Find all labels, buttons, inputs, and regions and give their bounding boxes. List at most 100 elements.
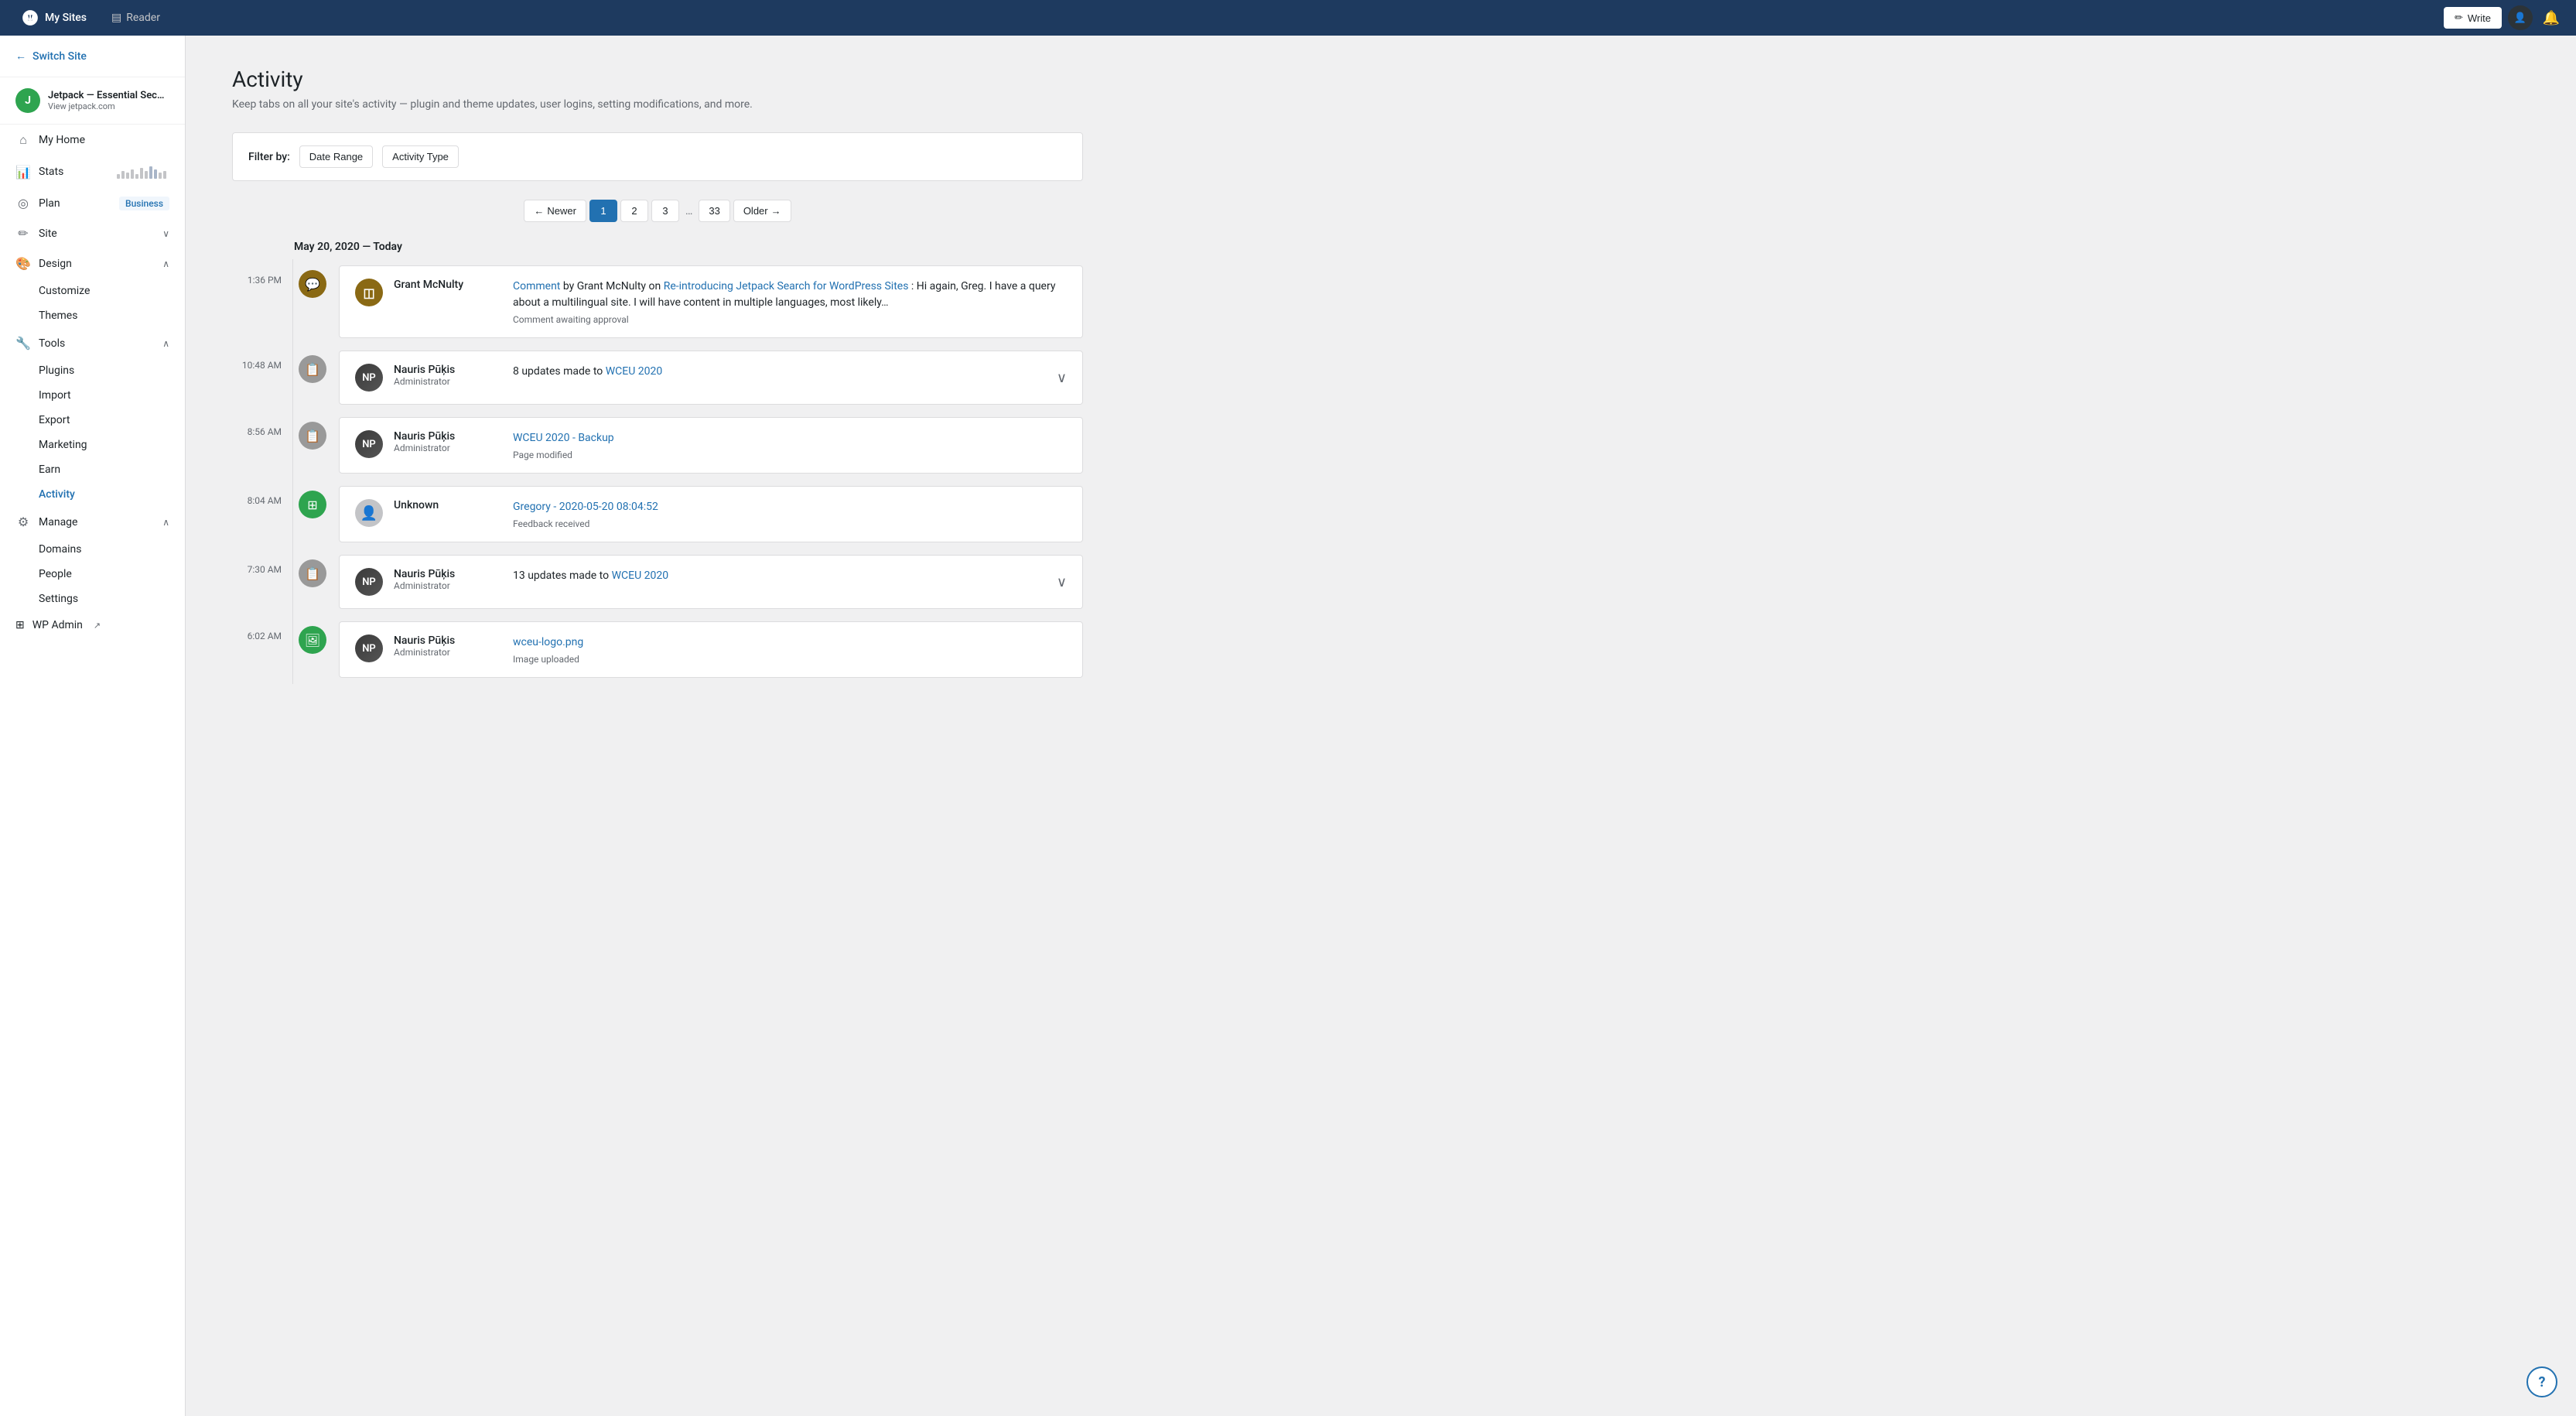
sidebar-item-plan[interactable]: ◎ Plan Business [0, 188, 185, 218]
user-avatar-unknown: 👤 [355, 499, 383, 527]
sidebar-item-wp-admin[interactable]: ⊞ WP Admin ↗ [0, 611, 185, 639]
activity-time: 8:56 AM [232, 411, 294, 437]
page-3-button[interactable]: 3 [651, 200, 679, 222]
user-avatar-nauris3: NP [355, 568, 383, 596]
sidebar-label-manage: Manage [39, 516, 77, 528]
sidebar-item-plugins[interactable]: Plugins [0, 358, 185, 383]
activity-card: NP Nauris Pūķis Administrator 13 updates… [339, 555, 1083, 609]
wceu-link-2[interactable]: WCEU 2020 [612, 569, 669, 582]
activity-time: 1:36 PM [232, 259, 294, 286]
sidebar-item-activity[interactable]: Activity [0, 482, 185, 507]
activity-item: 10:48 AM 📋 NP Nauris Pūķis Administrator [232, 344, 1083, 411]
activity-meta: Feedback received [513, 518, 1067, 529]
top-navigation: W My Sites ▤ Reader ✏ Write 👤 🔔 [0, 0, 2576, 36]
older-button[interactable]: Older → [733, 200, 791, 222]
sidebar-nav: ⌂ My Home 📊 Stats [0, 125, 185, 639]
activity-description: 13 updates made to WCEU 2020 [513, 568, 1038, 584]
filter-activity-type-button[interactable]: Activity Type [382, 145, 459, 168]
activity-card: NP Nauris Pūķis Administrator WCEU 2020 … [339, 417, 1083, 474]
sidebar-item-import[interactable]: Import [0, 383, 185, 408]
activity-time: 8:04 AM [232, 480, 294, 506]
chevron-down-icon: ∨ [162, 228, 169, 239]
sidebar-label-stats: Stats [39, 166, 63, 178]
sidebar-item-themes[interactable]: Themes [0, 303, 185, 328]
sidebar-item-export[interactable]: Export [0, 408, 185, 433]
activity-time: 7:30 AM [232, 549, 294, 575]
sidebar-label-plugins: Plugins [39, 364, 74, 377]
notifications-icon[interactable]: 🔔 [2539, 5, 2564, 30]
page-33-button[interactable]: 33 [699, 200, 729, 222]
chevron-up-icon: ∧ [162, 258, 169, 269]
user-info: Grant McNulty [394, 279, 502, 291]
activity-meta: Image uploaded [513, 654, 1067, 665]
svg-text:W: W [27, 15, 33, 23]
design-icon: 🎨 [15, 256, 31, 271]
sidebar-label-domains: Domains [39, 543, 81, 556]
user-role: Administrator [394, 647, 502, 658]
user-info: Nauris Pūķis Administrator [394, 634, 502, 658]
user-role: Administrator [394, 580, 502, 591]
newer-button[interactable]: ← Newer [524, 200, 586, 222]
gregory-link[interactable]: Gregory - 2020-05-20 08:04:52 [513, 501, 658, 513]
comment-icon: 💬 [299, 270, 326, 298]
sidebar-item-people[interactable]: People [0, 562, 185, 587]
filter-date-range-button[interactable]: Date Range [299, 145, 373, 168]
my-sites-label: My Sites [45, 12, 87, 24]
user-info: Unknown [394, 499, 502, 511]
sidebar-item-earn[interactable]: Earn [0, 457, 185, 482]
wceu-link[interactable]: WCEU 2020 [606, 365, 663, 378]
write-button[interactable]: ✏ Write [2444, 7, 2502, 29]
activity-time: 6:02 AM [232, 615, 294, 641]
sidebar-item-marketing[interactable]: Marketing [0, 433, 185, 457]
sidebar-item-domains[interactable]: Domains [0, 537, 185, 562]
site-icon: ✏ [15, 226, 31, 241]
pagination: ← Newer 1 2 3 … 33 Older → [232, 200, 1083, 222]
sidebar-item-design[interactable]: 🎨 Design ∧ [0, 248, 185, 279]
sidebar-item-customize[interactable]: Customize [0, 279, 185, 303]
page-1-button[interactable]: 1 [589, 200, 617, 222]
user-name: Nauris Pūķis [394, 430, 502, 443]
switch-site-button[interactable]: ← Switch Site [0, 36, 185, 77]
activity-action-link[interactable]: Comment [513, 280, 560, 292]
filter-label: Filter by: [248, 151, 290, 163]
backup-link[interactable]: WCEU 2020 - Backup [513, 432, 614, 444]
image-link[interactable]: wceu-logo.png [513, 636, 583, 648]
expand-button-2[interactable]: ∨ [1049, 574, 1067, 590]
activity-content: Gregory - 2020-05-20 08:04:52 Feedback r… [513, 499, 1067, 529]
my-sites-button[interactable]: W My Sites [12, 9, 96, 26]
article-link[interactable]: Re-introducing Jetpack Search for WordPr… [664, 280, 909, 292]
sidebar-item-manage[interactable]: ⚙ Manage ∧ [0, 507, 185, 537]
stats-icon: 📊 [15, 165, 31, 180]
activity-content: 13 updates made to WCEU 2020 [513, 568, 1038, 584]
sidebar: ← Switch Site J Jetpack — Essential Secu… [0, 36, 186, 1416]
plan-badge: Business [119, 197, 169, 210]
activity-list: 1:36 PM 💬 ◫ Grant McNulty Comment [232, 259, 1083, 684]
sidebar-item-site[interactable]: ✏ Site ∨ [0, 218, 185, 248]
help-button[interactable]: ? [2526, 1366, 2557, 1397]
activity-icon-col: 💬 [294, 259, 331, 298]
sidebar-label-import: Import [39, 389, 71, 402]
main-content: Activity Keep tabs on all your site's ac… [186, 36, 1114, 1416]
site-url[interactable]: View jetpack.com [48, 101, 169, 111]
reader-link[interactable]: ▤ Reader [102, 0, 169, 36]
user-name: Nauris Pūķis [394, 568, 502, 580]
user-role: Administrator [394, 376, 502, 387]
date-group-label: May 20, 2020 — Today [232, 241, 1083, 253]
user-info: Nauris Pūķis Administrator [394, 364, 502, 387]
expand-button[interactable]: ∨ [1049, 370, 1067, 386]
page-2-button[interactable]: 2 [620, 200, 648, 222]
sidebar-item-settings[interactable]: Settings [0, 587, 185, 611]
user-name: Nauris Pūķis [394, 634, 502, 647]
activity-description: wceu-logo.png [513, 634, 1067, 651]
sidebar-item-my-home[interactable]: ⌂ My Home [0, 125, 185, 156]
user-avatar-grant: ◫ [355, 279, 383, 306]
feedback-icon: ⊞ [299, 491, 326, 518]
activity-item: 1:36 PM 💬 ◫ Grant McNulty Comment [232, 259, 1083, 344]
user-role: Administrator [394, 443, 502, 453]
sidebar-item-stats[interactable]: 📊 Stats [0, 156, 185, 188]
wordpress-icon: W [22, 9, 39, 26]
user-avatar[interactable]: 👤 [2508, 5, 2533, 30]
sidebar-item-tools[interactable]: 🔧 Tools ∧ [0, 328, 185, 358]
write-icon: ✏ [2455, 12, 2463, 24]
reader-icon: ▤ [111, 12, 121, 24]
